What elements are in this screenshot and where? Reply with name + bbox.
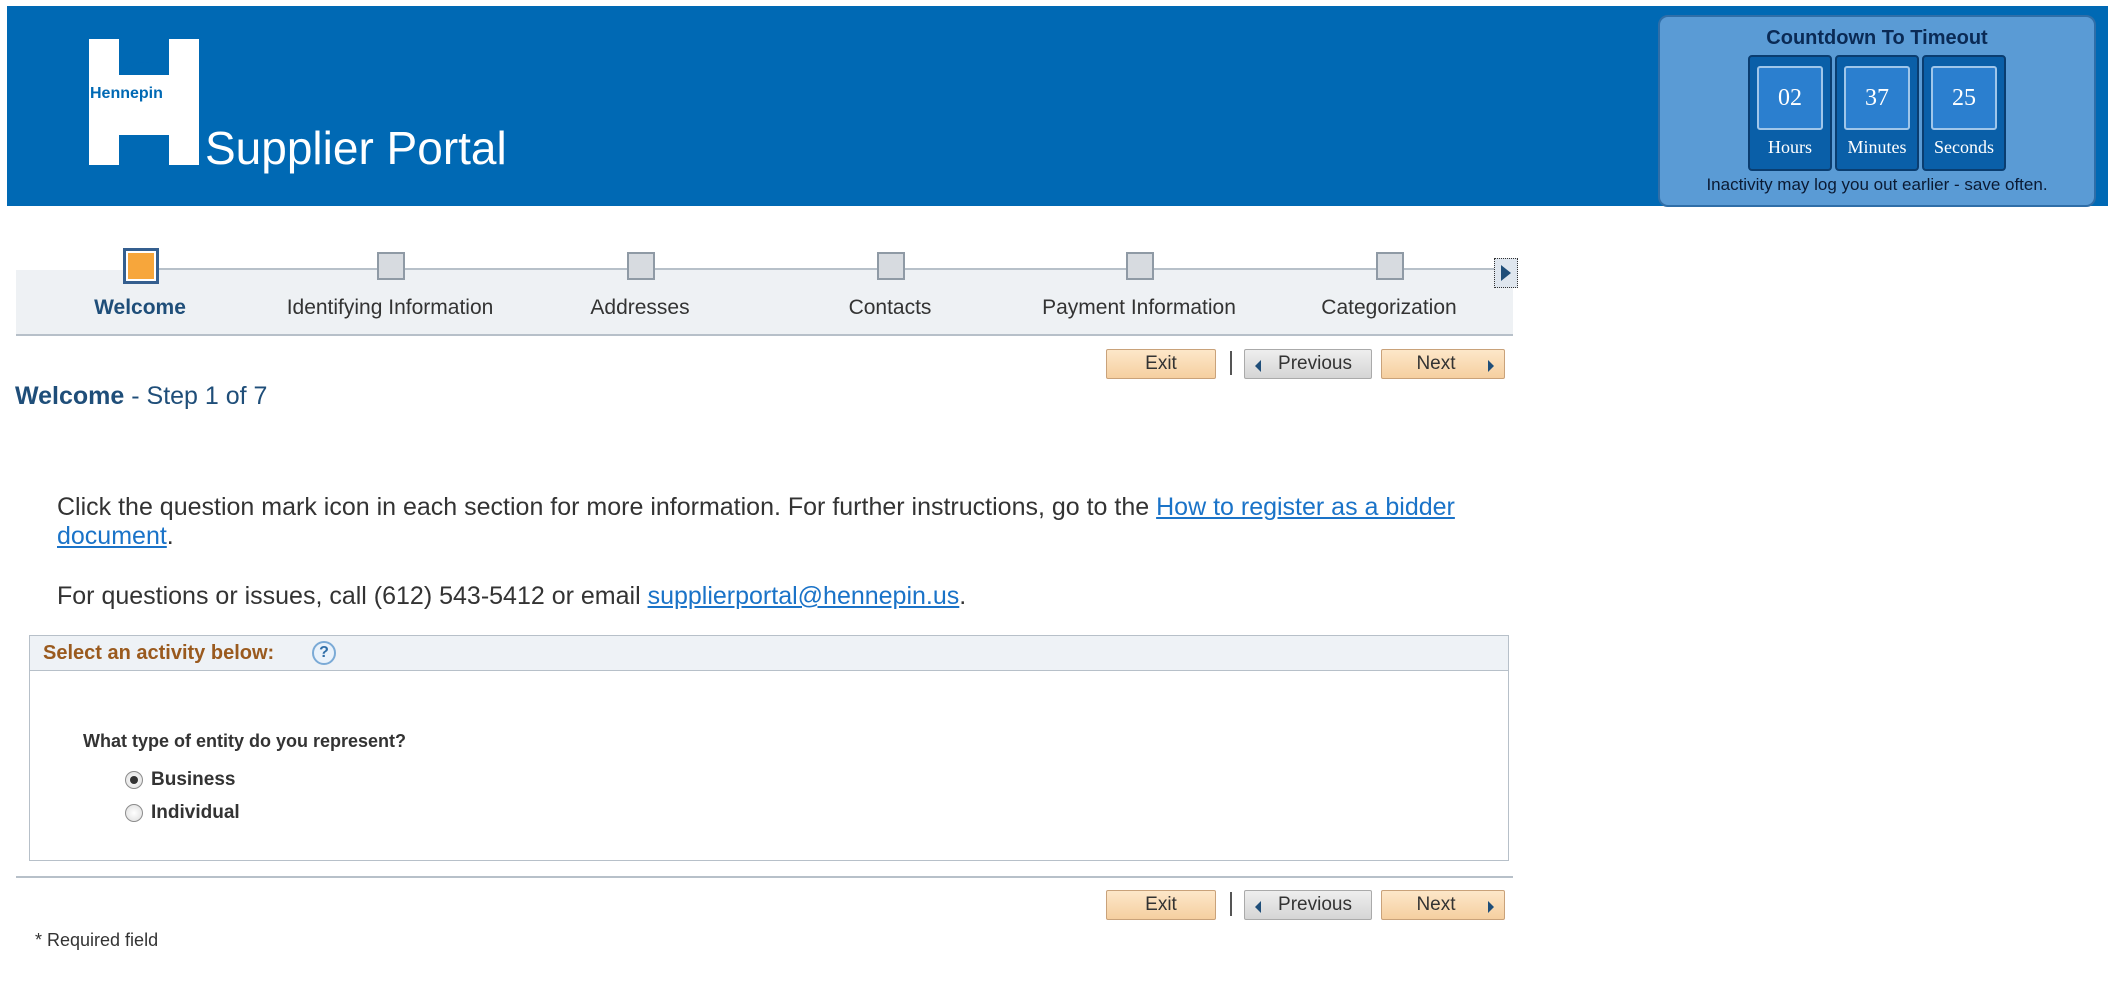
individual-radio[interactable]: [125, 804, 143, 822]
support-email-link[interactable]: supplierportal@hennepin.us: [648, 582, 960, 610]
activity-header: Select an activity below: ?: [30, 636, 1508, 671]
previous-button-bottom-label: Previous: [1278, 894, 1352, 915]
step-categorization-box[interactable]: [1376, 252, 1404, 280]
countdown-minutes-value: 37: [1844, 66, 1910, 130]
entity-question: What type of entity do you represent?: [83, 731, 407, 751]
step-categorization-label[interactable]: Categorization: [1321, 296, 1456, 320]
chevron-right-icon: [1488, 360, 1494, 372]
countdown-seconds-label: Seconds: [1934, 137, 1994, 157]
step-contacts-label[interactable]: Contacts: [849, 296, 932, 320]
exit-button-top-label: Exit: [1145, 353, 1177, 374]
step-welcome-box[interactable]: [123, 248, 159, 284]
countdown-minutes: 37 Minutes: [1835, 55, 1919, 171]
page-step-text: - Step 1 of 7: [124, 382, 268, 410]
option-business[interactable]: Business: [125, 769, 235, 791]
button-separator-bottom: [1230, 892, 1232, 916]
option-individual[interactable]: Individual: [125, 802, 240, 824]
step-identifying-information-box[interactable]: [377, 252, 405, 280]
step-addresses-label[interactable]: Addresses: [590, 296, 689, 320]
exit-button-bottom-label: Exit: [1145, 894, 1177, 915]
button-separator-top: [1230, 351, 1232, 375]
previous-button-top[interactable]: Previous: [1244, 349, 1372, 379]
step-payment-information-label[interactable]: Payment Information: [1042, 296, 1236, 320]
previous-button-bottom[interactable]: Previous: [1244, 890, 1372, 920]
step-addresses-box[interactable]: [627, 252, 655, 280]
instructions-end: .: [166, 522, 174, 550]
step-train-next-icon[interactable]: [1494, 258, 1518, 288]
countdown-hours-value: 02: [1757, 66, 1823, 130]
step-payment-information-box[interactable]: [1126, 252, 1154, 280]
help-icon[interactable]: ?: [312, 641, 336, 665]
countdown-seconds: 25 Seconds: [1922, 55, 2006, 171]
previous-button-top-label: Previous: [1278, 353, 1352, 374]
countdown-title: Countdown To Timeout: [1766, 27, 1988, 49]
step-welcome-label[interactable]: Welcome: [94, 296, 186, 320]
chevron-left-icon: [1255, 901, 1261, 913]
step-identifying-information-label[interactable]: Identifying Information: [287, 296, 494, 320]
contact-text: For questions or issues, call (612) 543-…: [57, 582, 966, 611]
activity-title: Select an activity below:: [43, 642, 275, 664]
countdown-widget: Countdown To Timeout 02 Hours 37 Minutes…: [1658, 15, 2096, 207]
instructions-body: Click the question mark icon in each sec…: [57, 493, 1157, 521]
countdown-note: Inactivity may log you out earlier - sav…: [1706, 175, 2048, 194]
step-train-line: [140, 268, 1500, 270]
required-field-note: * Required field: [35, 930, 159, 950]
next-button-top[interactable]: Next: [1381, 349, 1505, 379]
logo-text: Hennepin: [90, 85, 163, 102]
instructions-text: Click the question mark icon in each sec…: [57, 493, 1497, 551]
exit-button-bottom[interactable]: Exit: [1106, 890, 1216, 920]
chevron-left-icon: [1255, 360, 1261, 372]
business-radio[interactable]: [125, 771, 143, 789]
chevron-right-icon: [1488, 901, 1494, 913]
countdown-seconds-value: 25: [1931, 66, 1997, 130]
activity-section: Select an activity below: ? What type of…: [29, 635, 1509, 861]
step-contacts-box[interactable]: [877, 252, 905, 280]
portal-title: Supplier Portal: [205, 122, 507, 174]
page-title-main: Welcome: [15, 382, 125, 410]
countdown-hours-label: Hours: [1768, 137, 1812, 157]
contact-body: For questions or issues, call (612) 543-…: [57, 582, 648, 610]
next-button-bottom-label: Next: [1416, 894, 1456, 915]
countdown-minutes-label: Minutes: [1847, 137, 1907, 157]
next-button-top-label: Next: [1416, 353, 1456, 374]
business-label[interactable]: Business: [151, 769, 235, 791]
individual-label[interactable]: Individual: [151, 802, 240, 824]
exit-button-top[interactable]: Exit: [1106, 349, 1216, 379]
page-title: Welcome - Step 1 of 7: [15, 382, 267, 411]
next-button-bottom[interactable]: Next: [1381, 890, 1505, 920]
step-train: [16, 270, 1513, 336]
contact-end: .: [959, 582, 967, 610]
countdown-hours: 02 Hours: [1748, 55, 1832, 171]
bottom-divider: [16, 876, 1513, 878]
